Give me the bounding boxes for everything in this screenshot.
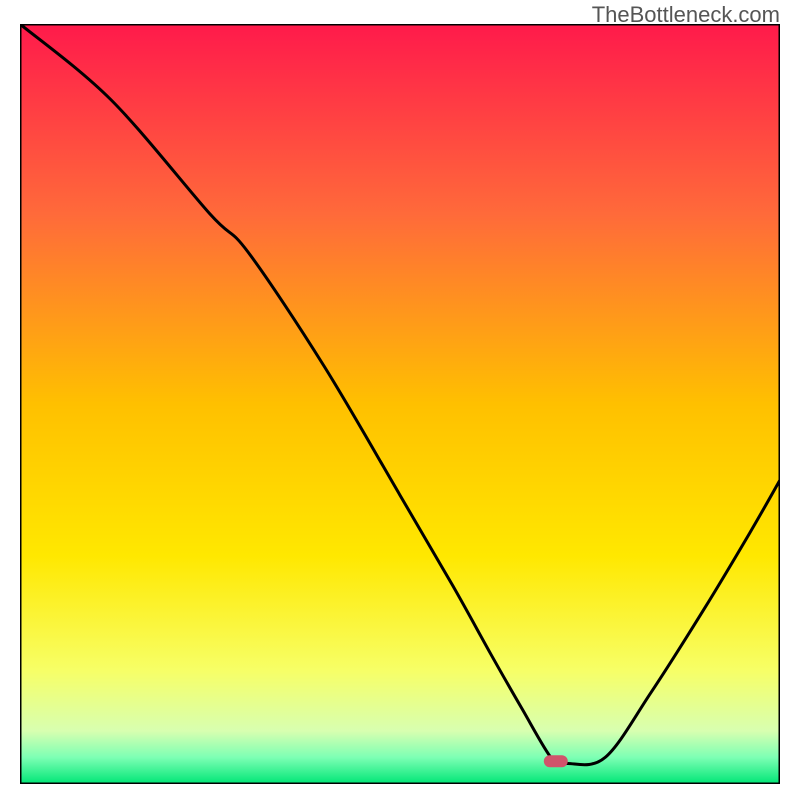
optimal-point-marker	[544, 755, 568, 767]
watermark-text: TheBottleneck.com	[592, 2, 780, 28]
chart-container	[20, 24, 780, 784]
bottleneck-chart	[20, 24, 780, 784]
